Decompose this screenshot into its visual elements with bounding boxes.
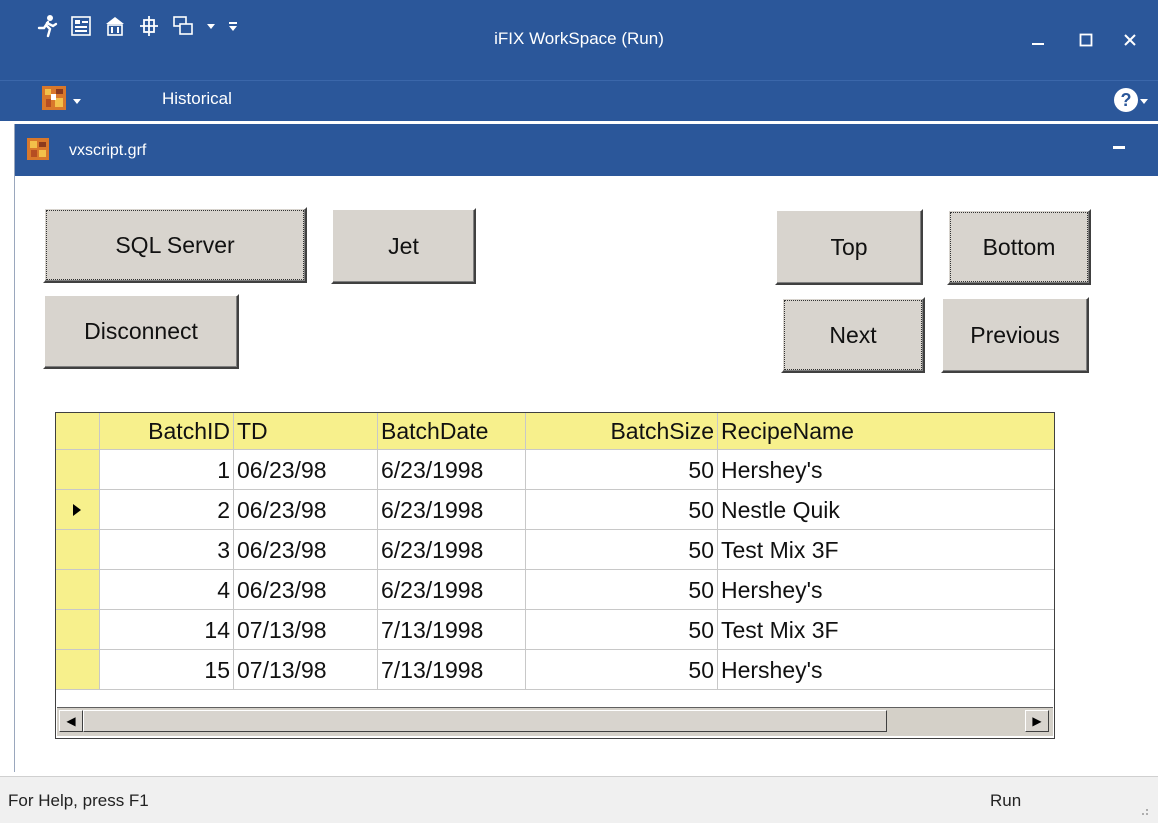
- status-bar: For Help, press F1 Run: [0, 776, 1158, 823]
- document-minimize-button[interactable]: [1113, 146, 1125, 149]
- cell-recipename[interactable]: Nestle Quik: [718, 490, 1054, 530]
- picture-file-icon: [27, 138, 49, 165]
- column-header-batchsize[interactable]: BatchSize: [526, 413, 718, 450]
- row-selector[interactable]: [56, 530, 100, 570]
- help-icon: ?: [1114, 88, 1138, 112]
- row-selector[interactable]: [56, 490, 100, 530]
- row-selector[interactable]: [56, 570, 100, 610]
- help-dropdown-icon: [1140, 91, 1148, 109]
- title-bar: iFIX WorkSpace (Run): [0, 0, 1158, 80]
- maximize-button[interactable]: [1064, 20, 1108, 60]
- app-logo-icon: [42, 86, 66, 115]
- cell-recipename[interactable]: Hershey's: [718, 570, 1054, 610]
- row-selector[interactable]: [56, 610, 100, 650]
- cell-recipename[interactable]: Test Mix 3F: [718, 610, 1054, 650]
- cell-batchdate[interactable]: 7/13/1998: [378, 650, 526, 690]
- document-name: vxscript.grf: [69, 142, 147, 159]
- scroll-thumb[interactable]: [83, 710, 887, 732]
- top-button[interactable]: Top: [775, 209, 923, 285]
- cell-batchid[interactable]: 2: [100, 490, 234, 530]
- cell-batchid[interactable]: 4: [100, 570, 234, 610]
- app-menu-button[interactable]: [42, 86, 82, 115]
- cell-batchsize[interactable]: 50: [526, 650, 718, 690]
- cell-batchid[interactable]: 1: [100, 450, 234, 490]
- cell-td[interactable]: 06/23/98: [234, 450, 378, 490]
- cell-batchdate[interactable]: 6/23/1998: [378, 570, 526, 610]
- cell-batchdate[interactable]: 6/23/1998: [378, 490, 526, 530]
- next-button[interactable]: Next: [781, 297, 925, 373]
- column-header-batchid[interactable]: BatchID: [100, 413, 234, 450]
- data-grid[interactable]: BatchID TD BatchDate BatchSize RecipeNam…: [55, 412, 1055, 739]
- row-selector-header: [56, 413, 100, 450]
- cell-td[interactable]: 07/13/98: [234, 610, 378, 650]
- chevron-down-icon: [72, 92, 82, 110]
- sql-server-button[interactable]: SQL Server: [43, 207, 307, 283]
- row-selector[interactable]: [56, 450, 100, 490]
- tab-historical[interactable]: Historical: [162, 89, 232, 109]
- resize-grip-icon[interactable]: [1136, 803, 1150, 822]
- cell-batchid[interactable]: 14: [100, 610, 234, 650]
- column-header-recipename[interactable]: RecipeName: [718, 413, 1054, 450]
- cell-batchid[interactable]: 15: [100, 650, 234, 690]
- jet-button[interactable]: Jet: [331, 208, 476, 284]
- row-selector[interactable]: [56, 650, 100, 690]
- cell-batchsize[interactable]: 50: [526, 490, 718, 530]
- document-window: vxscript.grf SQL Server Jet Disconnect T…: [14, 124, 1158, 772]
- horizontal-scrollbar[interactable]: ◀ ▶: [57, 707, 1053, 736]
- cell-batchsize[interactable]: 50: [526, 530, 718, 570]
- scroll-right-button[interactable]: ▶: [1025, 710, 1049, 732]
- cell-batchdate[interactable]: 7/13/1998: [378, 610, 526, 650]
- scroll-left-button[interactable]: ◀: [59, 710, 83, 732]
- cell-batchsize[interactable]: 50: [526, 570, 718, 610]
- cell-batchdate[interactable]: 6/23/1998: [378, 530, 526, 570]
- help-button[interactable]: ?: [1114, 88, 1148, 112]
- cell-td[interactable]: 07/13/98: [234, 650, 378, 690]
- cell-batchsize[interactable]: 50: [526, 610, 718, 650]
- column-header-batchdate[interactable]: BatchDate: [378, 413, 526, 450]
- minimize-button[interactable]: [1016, 20, 1060, 60]
- cell-batchdate[interactable]: 6/23/1998: [378, 450, 526, 490]
- cell-td[interactable]: 06/23/98: [234, 490, 378, 530]
- previous-button[interactable]: Previous: [941, 297, 1089, 373]
- status-mode: Run: [990, 791, 1022, 810]
- bottom-button[interactable]: Bottom: [947, 209, 1091, 285]
- cell-recipename[interactable]: Hershey's: [718, 450, 1054, 490]
- document-title-bar: vxscript.grf: [15, 124, 1158, 176]
- cell-batchid[interactable]: 3: [100, 530, 234, 570]
- window-title: iFIX WorkSpace (Run): [494, 29, 664, 48]
- column-header-td[interactable]: TD: [234, 413, 378, 450]
- disconnect-button[interactable]: Disconnect: [43, 294, 239, 369]
- close-button[interactable]: [1108, 20, 1152, 60]
- ribbon-bar: Historical ?: [0, 80, 1158, 121]
- cell-recipename[interactable]: Test Mix 3F: [718, 530, 1054, 570]
- cell-batchsize[interactable]: 50: [526, 450, 718, 490]
- cell-recipename[interactable]: Hershey's: [718, 650, 1054, 690]
- cell-td[interactable]: 06/23/98: [234, 570, 378, 610]
- status-help-text: For Help, press F1: [8, 791, 149, 810]
- cell-td[interactable]: 06/23/98: [234, 530, 378, 570]
- current-row-arrow-icon: [73, 504, 81, 516]
